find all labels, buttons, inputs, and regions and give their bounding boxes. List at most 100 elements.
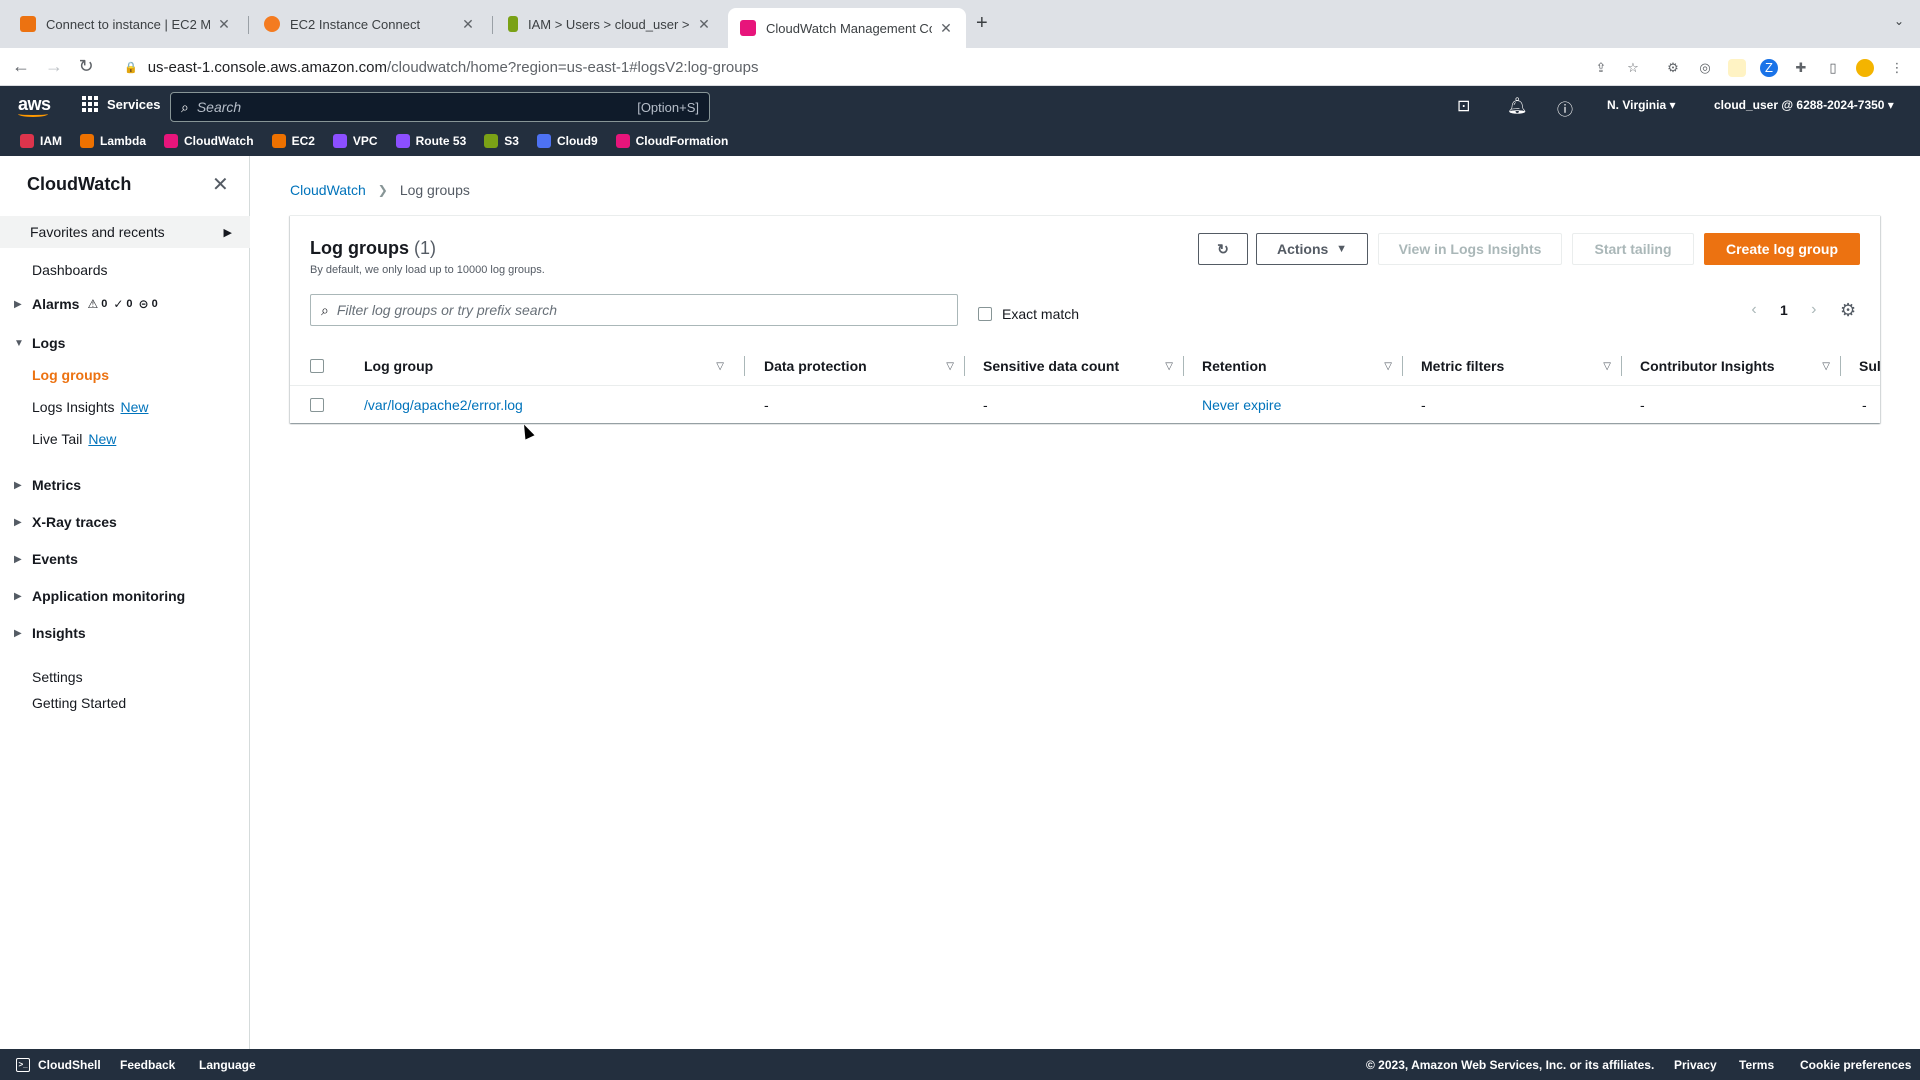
favorite-ec2[interactable]: EC2 [271,134,315,148]
exact-match-checkbox[interactable]: Exact match [978,306,1079,322]
region-selector[interactable]: N. Virginia ▾ [1607,98,1676,112]
create-log-group-button[interactable]: Create log group [1704,233,1860,265]
caret-right-icon[interactable]: ▶ [14,591,22,602]
column-metric-filters[interactable]: Metric filters ▽ [1421,346,1621,386]
cloudshell-button[interactable]: >_ CloudShell [16,1058,101,1072]
services-grid-icon [82,96,98,112]
sidebar-item-xray[interactable]: X-Ray traces [32,514,117,530]
log-group-link[interactable]: /var/log/apache2/error.log [364,386,523,424]
favorite-iam[interactable]: IAM [20,134,62,148]
address-bar[interactable]: 🔒 us-east-1.console.aws.amazon.com/cloud… [110,52,1640,82]
browser-tab-iam[interactable]: IAM > Users > cloud_user > D ✕ [496,8,724,40]
row-checkbox[interactable] [310,386,324,424]
favorite-cloudformation[interactable]: CloudFormation [615,134,728,148]
sidebar-item-application-monitoring[interactable]: Application monitoring [32,588,185,604]
side-panel-icon[interactable]: ▯ [1824,59,1842,77]
browser-tab-cloudwatch[interactable]: CloudWatch Management Con ✕ [728,8,966,48]
caret-right-icon[interactable]: ▶ [14,628,22,639]
close-tab-icon[interactable]: ✕ [216,16,232,33]
browser-menu-icon[interactable]: ⋮ [1888,59,1906,77]
select-all-checkbox[interactable] [310,346,340,386]
close-tab-icon[interactable]: ✕ [460,16,476,33]
gear-icon[interactable]: ⚙ [1840,300,1856,321]
aws-search-input[interactable]: ⌕ Search [Option+S] [170,92,710,122]
browser-tab-instance-connect[interactable]: EC2 Instance Connect ✕ [252,8,488,40]
sidebar-item-logs-insights[interactable]: Logs Insights New [32,399,149,415]
favorite-s3[interactable]: S3 [484,134,519,148]
extension-gear-icon[interactable]: ⚙ [1664,59,1682,77]
column-contributor-insights[interactable]: Contributor Insights ▽ [1640,346,1840,386]
caret-down-icon[interactable]: ▼ [14,338,24,349]
cookie-preferences-link[interactable]: Cookie preferences [1800,1058,1911,1072]
browser-toolbar: ← → ↻ 🔒 us-east-1.console.aws.amazon.com… [0,48,1920,86]
language-link[interactable]: Language [199,1058,256,1072]
sidebar-item-settings[interactable]: Settings [32,669,83,685]
reload-icon[interactable]: ↻ [74,56,98,77]
extensions-puzzle-icon[interactable]: ✚ [1792,59,1810,77]
filter-log-groups-input[interactable]: ⌕ Filter log groups or try prefix search [310,294,958,326]
sidebar-item-logs[interactable]: Logs [32,335,65,351]
sidebar-item-log-groups[interactable]: Log groups [32,367,109,383]
caret-right-icon[interactable]: ▶ [14,554,22,565]
page-number[interactable]: 1 [1780,302,1788,318]
caret-right-icon[interactable]: ▶ [14,480,22,491]
tab-search-chevron-icon[interactable]: ⌄ [1894,14,1904,28]
help-icon[interactable]: ⓘ [1557,96,1573,120]
favorite-vpc[interactable]: VPC [332,134,378,148]
favorite-cloudwatch[interactable]: CloudWatch [164,134,254,148]
new-tab-icon[interactable]: + [976,12,988,35]
back-arrow-icon[interactable]: ← [9,56,33,77]
sort-icon: ▽ [1165,360,1173,372]
column-data-protection[interactable]: Data protection ▽ [764,346,964,386]
privacy-link[interactable]: Privacy [1674,1058,1717,1072]
close-tab-icon[interactable]: ✕ [696,16,712,33]
extension-z-icon[interactable]: Z [1760,59,1778,77]
sidebar-item-live-tail[interactable]: Live Tail New [32,431,116,447]
column-log-group[interactable]: Log group ▽ [364,346,734,386]
chevron-right-icon[interactable]: › [1802,301,1826,319]
column-subscription[interactable]: Sul [1859,346,1880,386]
close-tab-icon[interactable]: ✕ [938,20,954,37]
breadcrumb-current: Log groups [399,182,470,198]
alarm-ok-icon: ✓ 0 [113,297,133,311]
close-icon[interactable]: ✕ [212,172,229,197]
share-icon[interactable]: ⇪ [1592,59,1610,77]
favorite-cloud9[interactable]: Cloud9 [536,134,598,148]
retention-link[interactable]: Never expire [1202,386,1281,424]
refresh-button[interactable]: ↻ [1198,233,1248,265]
caret-right-icon[interactable]: ▶ [14,299,22,310]
sidebar-item-metrics[interactable]: Metrics [32,477,81,493]
favorite-lambda[interactable]: Lambda [80,134,146,148]
checkbox[interactable] [978,307,992,321]
bookmark-star-icon[interactable]: ☆ [1624,59,1642,77]
aws-logo[interactable]: aws [18,94,51,117]
breadcrumb-cloudwatch-link[interactable]: CloudWatch [290,182,366,198]
forward-arrow-icon[interactable]: → [42,56,66,77]
services-menu-button[interactable]: Services [82,96,161,112]
notifications-bell-icon[interactable]: 🔔︎ [1507,96,1527,116]
favorite-route53[interactable]: Route 53 [395,134,466,148]
sidebar-item-dashboards[interactable]: Dashboards [32,262,108,278]
terms-link[interactable]: Terms [1739,1058,1774,1072]
browser-tab-ec2-connect[interactable]: Connect to instance | EC2 Man ✕ [8,8,244,40]
sort-icon: ▽ [1603,360,1611,372]
actions-button[interactable]: Actions ▼ [1256,233,1368,265]
extension-notes-icon[interactable] [1728,59,1746,77]
feedback-link[interactable]: Feedback [120,1058,175,1072]
account-menu[interactable]: cloud_user @ 6288-2024-7350 ▾ [1714,98,1894,112]
sidebar-item-alarms[interactable]: Alarms ⚠ 0 ✓ 0 ⊝ 0 [32,296,162,312]
column-sensitive-data-count[interactable]: Sensitive data count ▽ [983,346,1183,386]
chevron-left-icon[interactable]: ‹ [1742,301,1766,319]
sidebar-item-getting-started[interactable]: Getting Started [32,695,126,711]
sidebar-item-events[interactable]: Events [32,551,78,567]
new-badge: New [120,399,149,415]
extension-globe-icon[interactable]: ◎ [1696,59,1714,77]
view-in-logs-insights-button[interactable]: View in Logs Insights [1378,233,1562,265]
start-tailing-button[interactable]: Start tailing [1572,233,1694,265]
favorites-and-recents[interactable]: Favorites and recents ▶ [0,216,250,248]
cloudshell-icon[interactable]: ⊡ [1457,96,1470,116]
caret-right-icon[interactable]: ▶ [14,517,22,528]
sidebar-item-insights[interactable]: Insights [32,625,86,641]
profile-avatar[interactable] [1856,59,1874,77]
column-retention[interactable]: Retention ▽ [1202,346,1402,386]
